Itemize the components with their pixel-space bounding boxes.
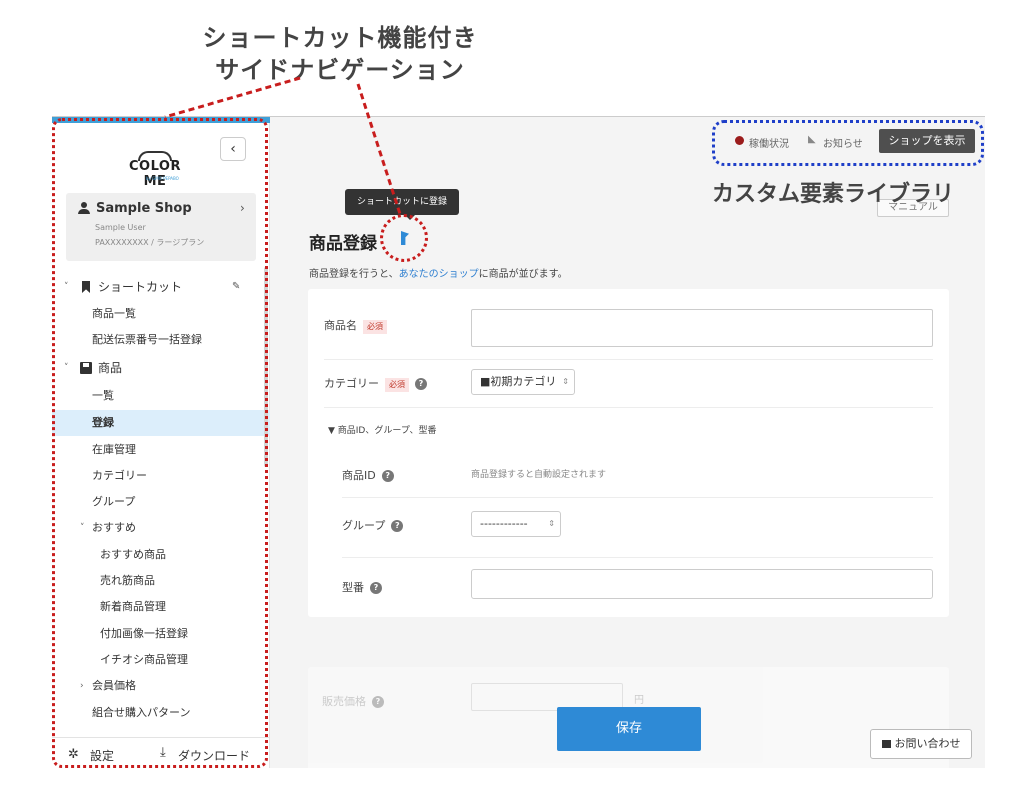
annotation-lines — [164, 76, 402, 215]
annotation-line-sidebar — [164, 76, 301, 119]
annotation-line-shortcut — [356, 83, 402, 215]
screenshot-root: ショートカット機能付き サイドナビゲーション COLOR ME by GMO P… — [0, 0, 1024, 798]
